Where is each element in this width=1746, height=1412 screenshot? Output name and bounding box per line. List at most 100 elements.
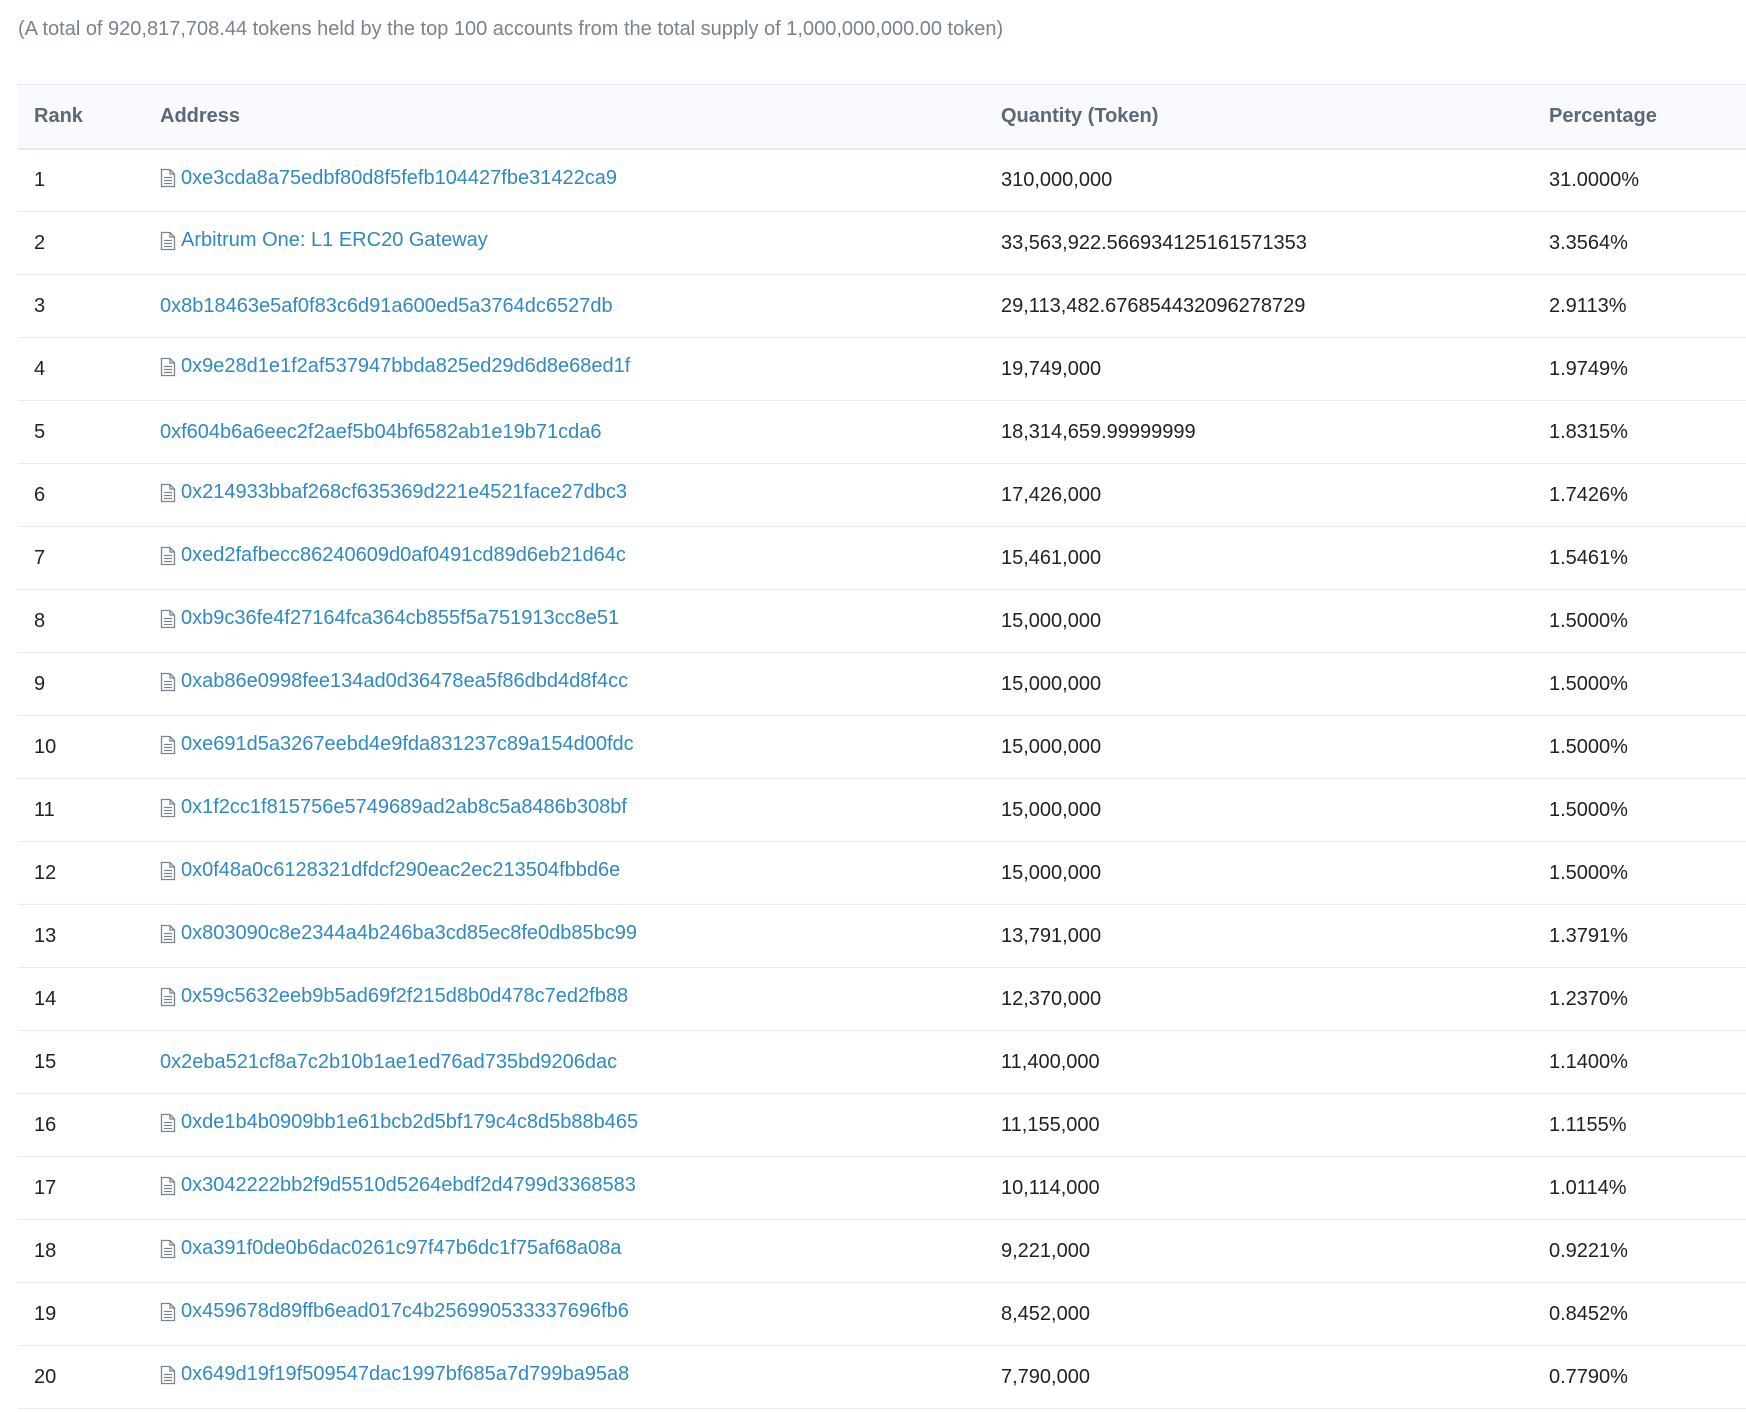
- holder-address-link[interactable]: 0x9e28d1e1f2af537947bbda825ed29d6d8e68ed…: [160, 355, 630, 378]
- quantity-cell: 11,155,000: [985, 1093, 1533, 1157]
- quantity-cell: 19,749,000: [985, 337, 1533, 401]
- rank-cell: 4: [18, 337, 144, 401]
- address-cell: 0x3042222bb2f9d5510d5264ebdf2d4799d33685…: [144, 1156, 985, 1220]
- quantity-cell: 7,790,000: [985, 1345, 1533, 1409]
- quantity-cell: 15,000,000: [985, 715, 1533, 779]
- contract-document-icon: [160, 1113, 176, 1132]
- holder-address-link[interactable]: 0x459678d89ffb6ead017c4b256990533337696f…: [160, 1300, 629, 1323]
- address-cell: 0xed2fafbecc86240609d0af0491cd89d6eb21d6…: [144, 526, 985, 590]
- percentage-cell: 31.0000%: [1533, 148, 1746, 212]
- table-row: 1 0xe3cda8a75edbf80d8f5fefb104427fbe3142…: [18, 148, 1746, 212]
- address-cell: 0x803090c8e2344a4b246ba3cd85ec8fe0db85bc…: [144, 904, 985, 968]
- token-holders-table: Rank Address Quantity (Token) Percentage…: [18, 84, 1746, 1409]
- contract-document-icon: [160, 1239, 176, 1258]
- holder-address-link[interactable]: 0x2eba521cf8a7c2b10b1ae1ed76ad735bd9206d…: [160, 1051, 617, 1074]
- address-cell: 0x214933bbaf268cf635369d221e4521face27db…: [144, 463, 985, 527]
- contract-document-icon: [160, 609, 176, 628]
- holder-address-link[interactable]: 0x649d19f19f509547dac1997bf685a7d799ba95…: [160, 1363, 629, 1386]
- address-cell: 0xe691d5a3267eebd4e9fda831237c89a154d00f…: [144, 715, 985, 779]
- table-row: 13 0x803090c8e2344a4b246ba3cd85ec8fe0db8…: [18, 904, 1746, 968]
- table-row: 9 0xab86e0998fee134ad0d36478ea5f86dbd4d8…: [18, 652, 1746, 716]
- holder-address-link[interactable]: 0xed2fafbecc86240609d0af0491cd89d6eb21d6…: [160, 544, 626, 567]
- percentage-cell: 1.8315%: [1533, 400, 1746, 464]
- holder-address-link[interactable]: 0x0f48a0c6128321dfdcf290eac2ec213504fbbd…: [160, 859, 620, 882]
- holder-address-text: 0x1f2cc1f815756e5749689ad2ab8c5a8486b308…: [181, 796, 627, 819]
- quantity-cell: 15,000,000: [985, 589, 1533, 653]
- holder-address-text: 0x459678d89ffb6ead017c4b256990533337696f…: [181, 1300, 629, 1323]
- address-cell: 0x8b18463e5af0f83c6d91a600ed5a3764dc6527…: [144, 274, 985, 338]
- table-row: 7 0xed2fafbecc86240609d0af0491cd89d6eb21…: [18, 526, 1746, 590]
- holder-address-text: 0xe3cda8a75edbf80d8f5fefb104427fbe31422c…: [181, 166, 617, 189]
- quantity-cell: 15,000,000: [985, 841, 1533, 905]
- holder-address-link[interactable]: 0xab86e0998fee134ad0d36478ea5f86dbd4d8f4…: [160, 670, 628, 693]
- percentage-cell: 1.2370%: [1533, 967, 1746, 1031]
- holder-address-link[interactable]: 0xe691d5a3267eebd4e9fda831237c89a154d00f…: [160, 733, 634, 756]
- percentage-cell: 1.0114%: [1533, 1156, 1746, 1220]
- holder-address-text: 0x59c5632eeb9b5ad69f2f215d8b0d478c7ed2fb…: [181, 985, 629, 1008]
- address-cell: Arbitrum One: L1 ERC20 Gateway: [144, 211, 985, 275]
- holder-address-text: 0xf604b6a6eec2f2aef5b04bf6582ab1e19b71cd…: [160, 420, 602, 443]
- holder-address-link[interactable]: 0xb9c36fe4f27164fca364cb855f5a751913cc8e…: [160, 607, 619, 630]
- holder-address-link[interactable]: 0x8b18463e5af0f83c6d91a600ed5a3764dc6527…: [160, 295, 613, 318]
- percentage-cell: 1.1400%: [1533, 1030, 1746, 1094]
- contract-document-icon: [160, 672, 176, 691]
- holder-address-text: 0x214933bbaf268cf635369d221e4521face27db…: [181, 481, 627, 504]
- contract-document-icon: [160, 924, 176, 943]
- percentage-cell: 1.5000%: [1533, 715, 1746, 779]
- rank-cell: 5: [18, 400, 144, 464]
- holder-address-link[interactable]: 0x3042222bb2f9d5510d5264ebdf2d4799d33685…: [160, 1174, 636, 1197]
- quantity-cell: 15,000,000: [985, 778, 1533, 842]
- holder-address-link[interactable]: 0x803090c8e2344a4b246ba3cd85ec8fe0db85bc…: [160, 922, 637, 945]
- table-row: 19 0x459678d89ffb6ead017c4b2569905333376…: [18, 1282, 1746, 1346]
- table-row: 18 0xa391f0de0b6dac0261c97f47b6dc1f75af6…: [18, 1219, 1746, 1283]
- address-cell: 0xe3cda8a75edbf80d8f5fefb104427fbe31422c…: [144, 148, 985, 212]
- holder-address-text: 0x3042222bb2f9d5510d5264ebdf2d4799d33685…: [181, 1174, 636, 1197]
- quantity-cell: 9,221,000: [985, 1219, 1533, 1283]
- rank-cell: 17: [18, 1156, 144, 1220]
- rank-cell: 12: [18, 841, 144, 905]
- quantity-cell: 29,113,482.676854432096278729: [985, 274, 1533, 338]
- rank-cell: 10: [18, 715, 144, 779]
- holder-address-link[interactable]: 0x59c5632eeb9b5ad69f2f215d8b0d478c7ed2fb…: [160, 985, 628, 1008]
- holder-address-text: 0xb9c36fe4f27164fca364cb855f5a751913cc8e…: [181, 607, 620, 630]
- holder-address-link[interactable]: 0x1f2cc1f815756e5749689ad2ab8c5a8486b308…: [160, 796, 627, 819]
- rank-cell: 13: [18, 904, 144, 968]
- holder-address-link[interactable]: 0x214933bbaf268cf635369d221e4521face27db…: [160, 481, 627, 504]
- address-cell: 0x459678d89ffb6ead017c4b256990533337696f…: [144, 1282, 985, 1346]
- percentage-cell: 3.3564%: [1533, 211, 1746, 275]
- table-row: 14 0x59c5632eeb9b5ad69f2f215d8b0d478c7ed…: [18, 967, 1746, 1031]
- address-cell: 0x0f48a0c6128321dfdcf290eac2ec213504fbbd…: [144, 841, 985, 905]
- percentage-cell: 1.9749%: [1533, 337, 1746, 401]
- contract-document-icon: [160, 861, 176, 880]
- address-cell: 0xb9c36fe4f27164fca364cb855f5a751913cc8e…: [144, 589, 985, 653]
- holder-address-link[interactable]: 0xde1b4b0909bb1e61bcb2d5bf179c4c8d5b88b4…: [160, 1111, 638, 1134]
- address-cell: 0xf604b6a6eec2f2aef5b04bf6582ab1e19b71cd…: [144, 400, 985, 464]
- table-row: 2 Arbitrum One: L1 ERC20 Gateway 33,563,…: [18, 211, 1746, 275]
- table-row: 12 0x0f48a0c6128321dfdcf290eac2ec213504f…: [18, 841, 1746, 905]
- holder-address-link[interactable]: 0xa391f0de0b6dac0261c97f47b6dc1f75af68a0…: [160, 1237, 621, 1260]
- percentage-cell: 1.5000%: [1533, 841, 1746, 905]
- quantity-cell: 13,791,000: [985, 904, 1533, 968]
- holder-address-link[interactable]: 0xf604b6a6eec2f2aef5b04bf6582ab1e19b71cd…: [160, 421, 602, 444]
- table-row: 16 0xde1b4b0909bb1e61bcb2d5bf179c4c8d5b8…: [18, 1093, 1746, 1157]
- rank-cell: 3: [18, 274, 144, 338]
- quantity-cell: 15,000,000: [985, 652, 1533, 716]
- holder-address-link[interactable]: 0xe3cda8a75edbf80d8f5fefb104427fbe31422c…: [160, 167, 617, 190]
- rank-cell: 7: [18, 526, 144, 590]
- address-cell: 0x59c5632eeb9b5ad69f2f215d8b0d478c7ed2fb…: [144, 967, 985, 1031]
- holders-summary: (A total of 920,817,708.44 tokens held b…: [18, 18, 1004, 40]
- column-header-rank: Rank: [18, 84, 144, 150]
- holder-address-link[interactable]: Arbitrum One: L1 ERC20 Gateway: [160, 229, 488, 252]
- address-cell: 0x1f2cc1f815756e5749689ad2ab8c5a8486b308…: [144, 778, 985, 842]
- holder-address-text: 0x9e28d1e1f2af537947bbda825ed29d6d8e68ed…: [181, 355, 631, 378]
- contract-document-icon: [160, 357, 176, 376]
- quantity-cell: 310,000,000: [985, 148, 1533, 212]
- percentage-cell: 2.9113%: [1533, 274, 1746, 338]
- rank-cell: 6: [18, 463, 144, 527]
- table-row: 4 0x9e28d1e1f2af537947bbda825ed29d6d8e68…: [18, 337, 1746, 401]
- holder-address-text: 0xed2fafbecc86240609d0af0491cd89d6eb21d6…: [181, 544, 626, 567]
- rank-cell: 16: [18, 1093, 144, 1157]
- holder-address-text: 0xe691d5a3267eebd4e9fda831237c89a154d00f…: [181, 733, 634, 756]
- percentage-cell: 1.1155%: [1533, 1093, 1746, 1157]
- holder-address-text: 0xab86e0998fee134ad0d36478ea5f86dbd4d8f4…: [181, 670, 629, 693]
